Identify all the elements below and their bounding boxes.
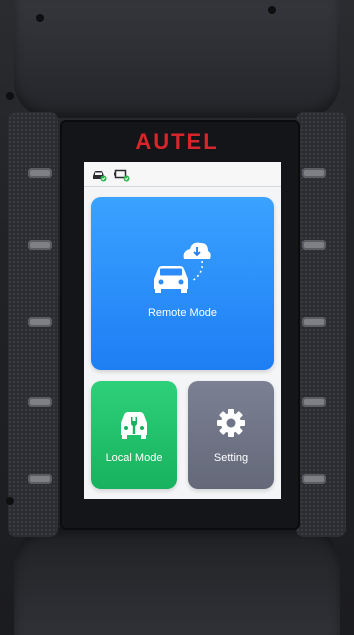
grip-notch bbox=[302, 397, 326, 407]
local-mode-tile[interactable]: Local Mode bbox=[91, 381, 177, 489]
grip-notch bbox=[28, 317, 52, 327]
gear-icon bbox=[216, 408, 246, 438]
device-body: AUTEL Remote Mode Local Mode Setting bbox=[0, 0, 354, 635]
bottom-bumper bbox=[14, 528, 340, 635]
screw bbox=[36, 14, 44, 22]
grip-notch bbox=[302, 474, 326, 484]
status-bar bbox=[84, 162, 281, 187]
brand-logo: AUTEL bbox=[135, 129, 219, 154]
left-grip bbox=[8, 112, 58, 537]
grip-notch bbox=[28, 240, 52, 250]
top-bumper bbox=[14, 0, 340, 118]
remote-mode-tile[interactable]: Remote Mode bbox=[91, 197, 274, 370]
car-wrench-icon bbox=[118, 409, 150, 439]
grip-notch bbox=[302, 317, 326, 327]
screw bbox=[6, 92, 14, 100]
local-mode-label: Local Mode bbox=[105, 452, 163, 464]
grip-notch bbox=[28, 474, 52, 484]
setting-tile[interactable]: Setting bbox=[188, 381, 274, 489]
setting-label: Setting bbox=[213, 452, 249, 464]
grip-notch bbox=[302, 168, 326, 178]
vci-connected-icon bbox=[114, 168, 130, 182]
car-cloud-icon bbox=[150, 239, 212, 293]
device-screen: Remote Mode Local Mode Setting bbox=[84, 162, 281, 499]
grip-notch bbox=[302, 240, 326, 250]
screw bbox=[268, 6, 276, 14]
car-connected-icon bbox=[91, 168, 107, 182]
right-grip bbox=[296, 112, 346, 537]
grip-notch bbox=[28, 168, 52, 178]
remote-mode-label: Remote Mode bbox=[147, 307, 218, 319]
grip-notch bbox=[28, 397, 52, 407]
screw bbox=[6, 497, 14, 505]
